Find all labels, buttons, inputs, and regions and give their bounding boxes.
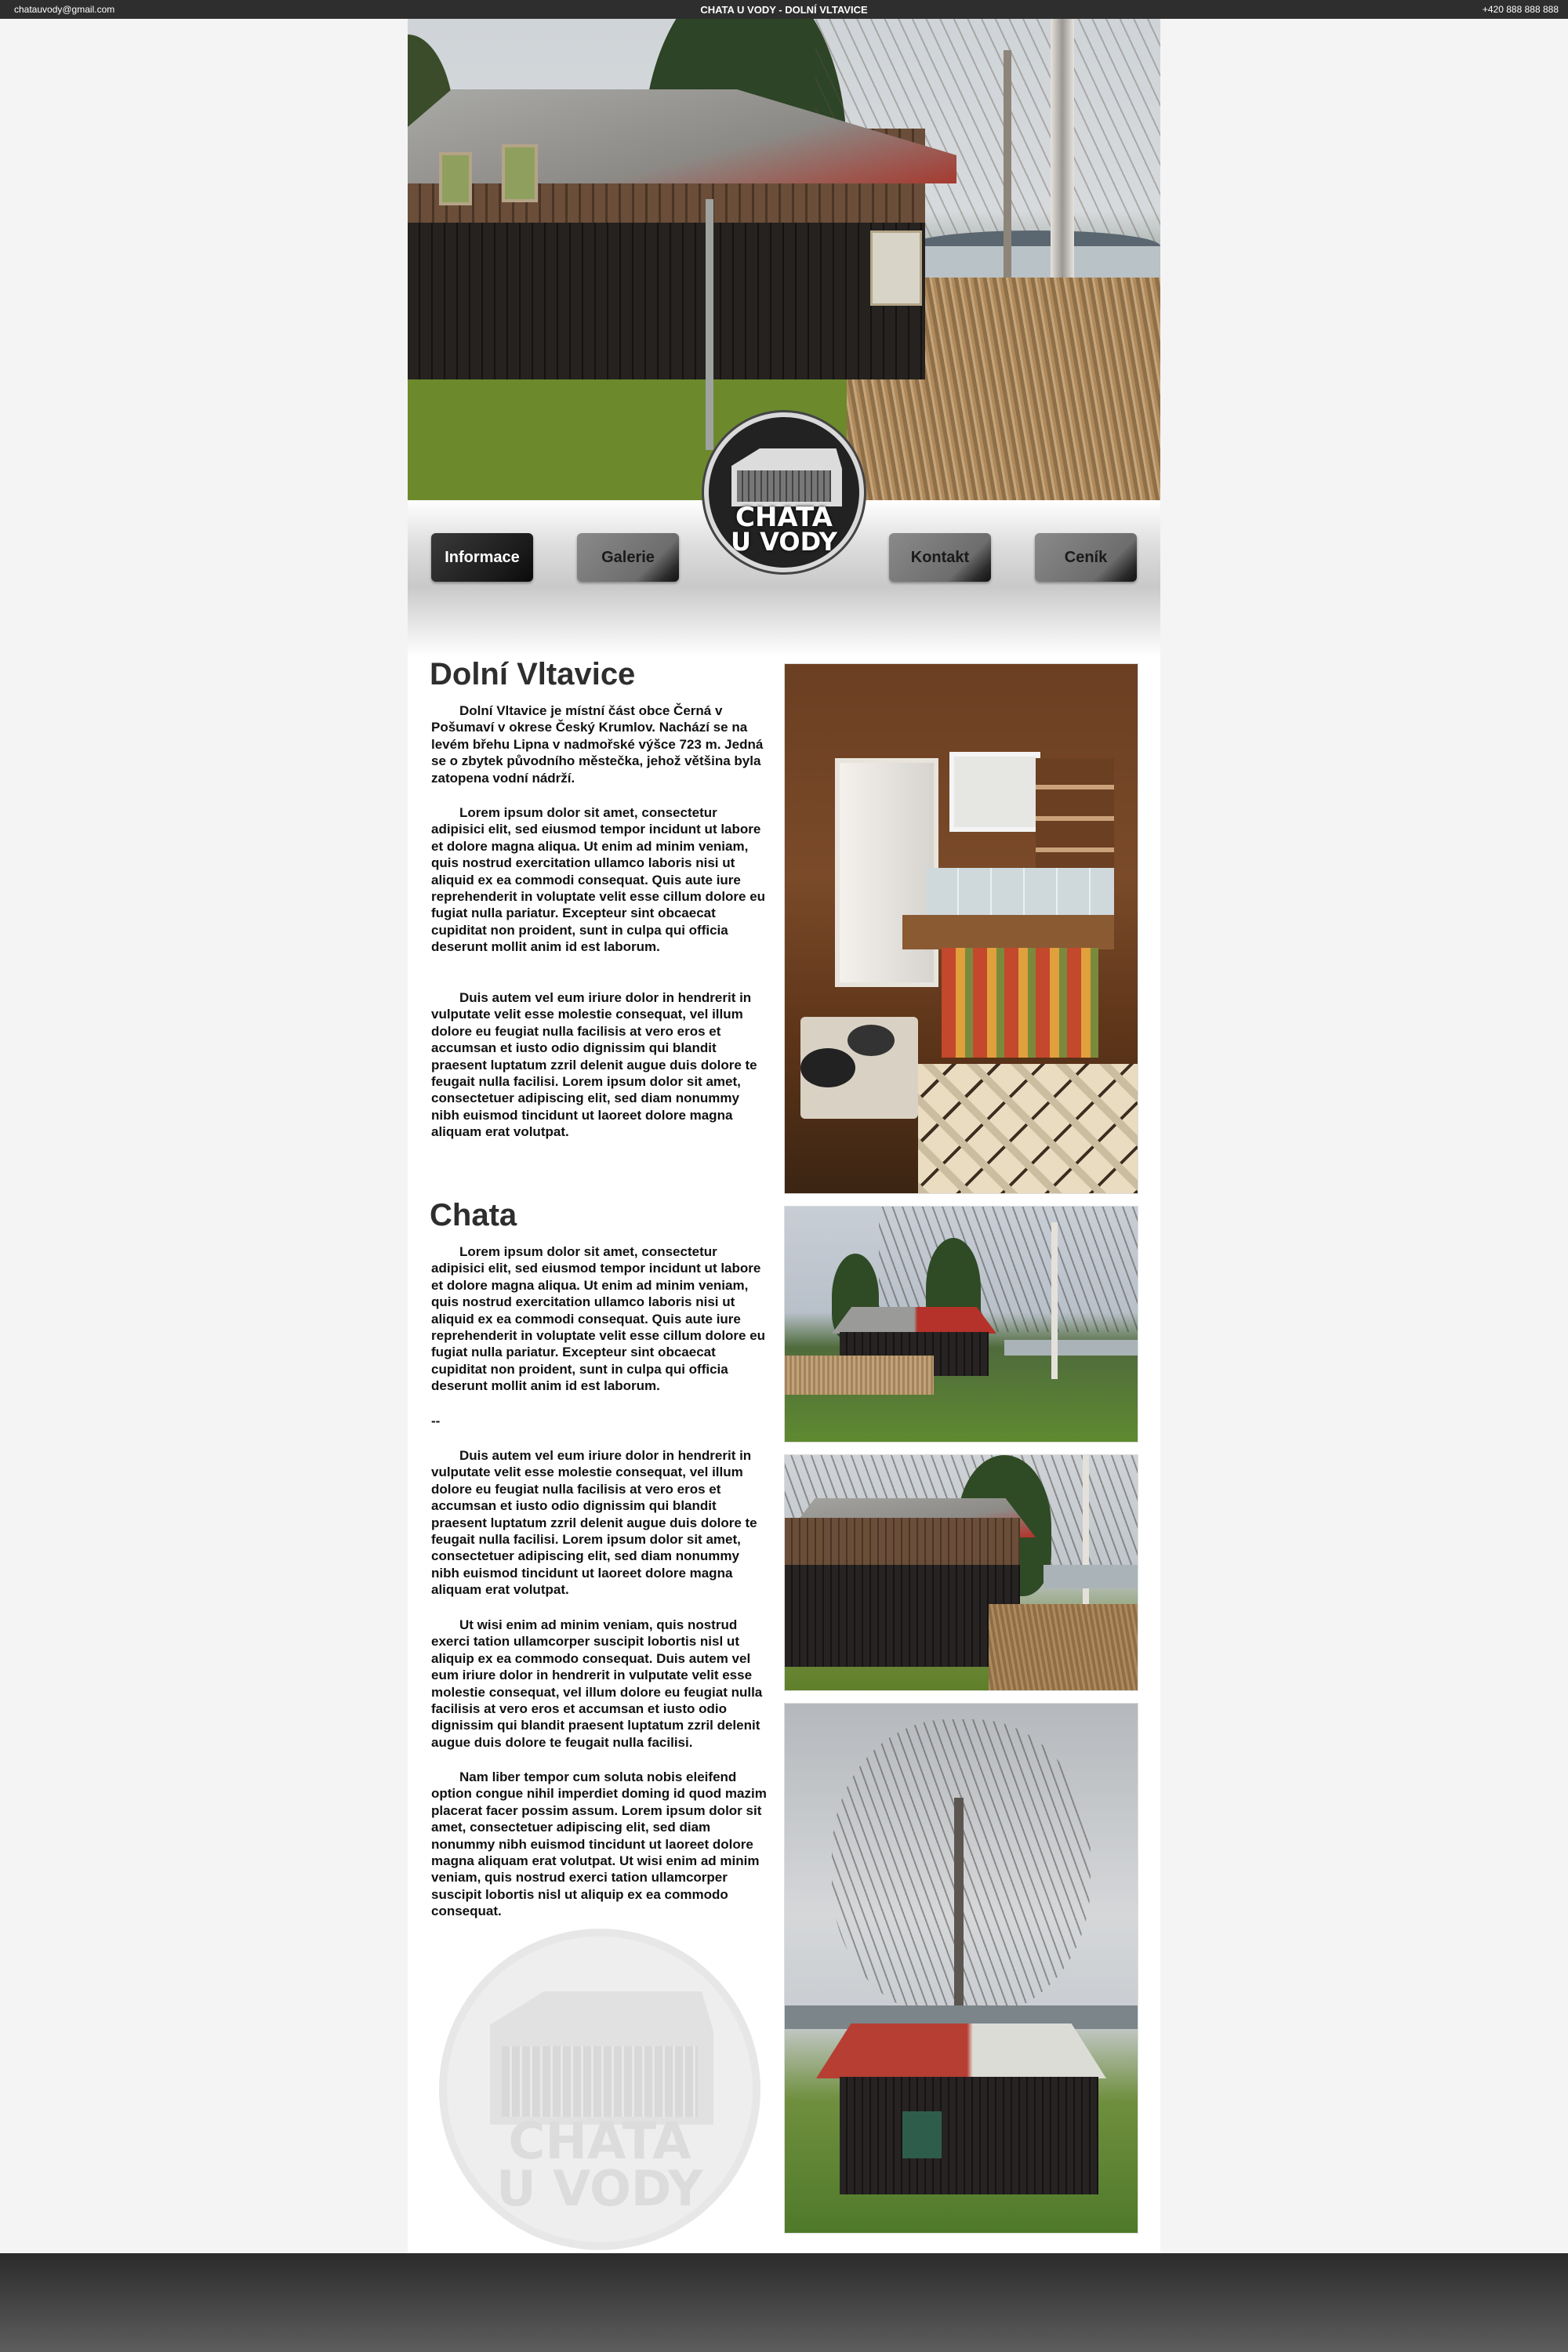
nav-kontakt-button[interactable]: Kontakt: [889, 533, 991, 582]
photo-kitchen-interior[interactable]: [784, 663, 1138, 1194]
content-column: Informace Galerie Kontakt Ceník CHATA U …: [408, 19, 1160, 2253]
nav-cenik-button[interactable]: Ceník: [1035, 533, 1137, 582]
nav-galerie-button[interactable]: Galerie: [577, 533, 679, 582]
logo-text-line2: U VODY: [731, 527, 837, 557]
photo-cabin-birch-tree[interactable]: [784, 1703, 1138, 2234]
separator-text: --: [431, 1414, 441, 1428]
site-title: CHATA U VODY - DOLNÍ VLTAVICE: [700, 4, 868, 16]
section-title-dolni-vltavice: Dolní Vltavice: [430, 657, 636, 691]
paragraph: Dolní Vltavice je místní část obce Černá…: [431, 703, 764, 786]
paragraph: Ut wisi enim ad minim veniam, quis nostr…: [431, 1617, 763, 1750]
watermark-logo: CHATA U VODY: [447, 1936, 753, 2242]
photo-cabin-side[interactable]: [784, 1454, 1138, 1691]
paragraph: Duis autem vel eum iriure dolor in hendr…: [431, 990, 757, 1140]
paragraph: Nam liber tempor cum soluta nobis eleife…: [431, 1769, 767, 1919]
top-bar: chatauvody@gmail.com CHATA U VODY - DOLN…: [0, 0, 1568, 19]
section-title-chata: Chata: [430, 1198, 517, 1232]
paragraph: Duis autem vel eum iriure dolor in hendr…: [431, 1448, 757, 1598]
site-logo[interactable]: CHATA U VODY: [709, 417, 859, 568]
phone-number[interactable]: +420 888 888 888: [1483, 4, 1559, 15]
paragraph: Lorem ipsum dolor sit amet, consectetur …: [431, 1244, 766, 1394]
paragraph: Lorem ipsum dolor sit amet, consectetur …: [431, 805, 766, 955]
photo-cabin-distant[interactable]: [784, 1206, 1138, 1443]
watermark-text-line2: U VODY: [496, 2160, 703, 2217]
footer-bar: [0, 2253, 1568, 2352]
nav-informace-button[interactable]: Informace: [431, 533, 533, 582]
